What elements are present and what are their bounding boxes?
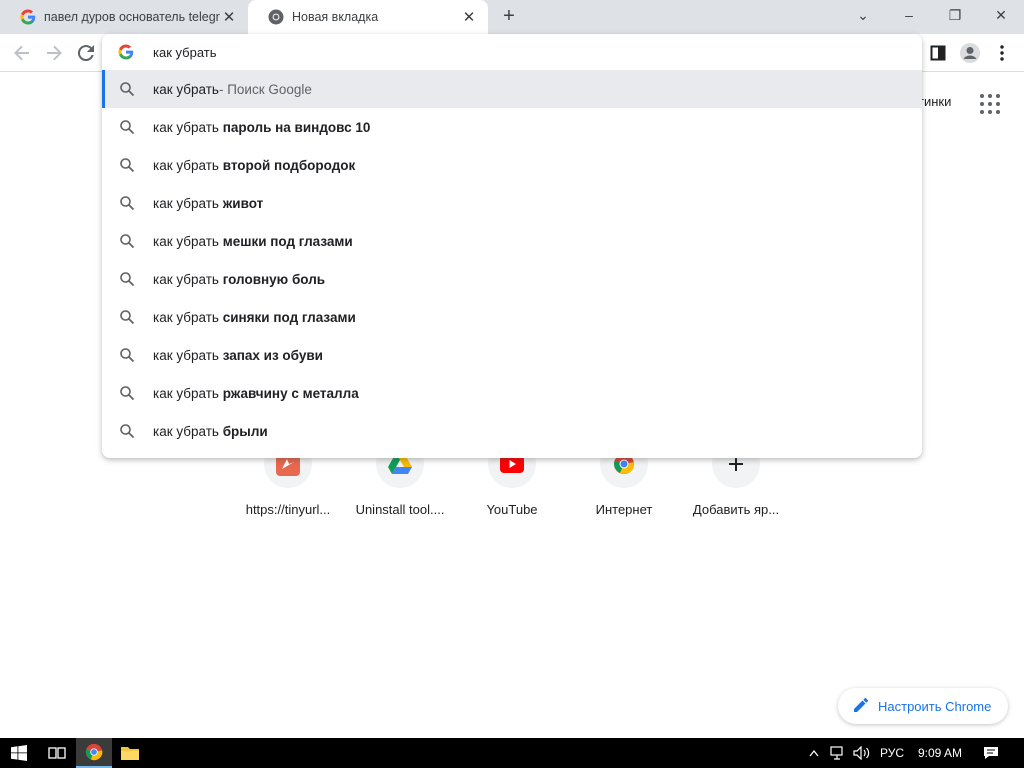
back-icon[interactable] <box>10 41 34 65</box>
suggestion-prefix: как убрать <box>153 233 223 249</box>
search-tabs-icon[interactable]: ⌄ <box>840 0 886 30</box>
suggestion-item[interactable]: как убрать пароль на виндовс 10 <box>102 108 922 146</box>
reload-icon[interactable] <box>74 41 98 65</box>
tab-title: павел дуров основатель telegra <box>44 10 220 24</box>
tab-close-icon[interactable]: ✕ <box>460 8 478 26</box>
notifications-icon[interactable] <box>980 738 1002 768</box>
suggestion-prefix: как убрать <box>153 157 223 173</box>
suggestion-item[interactable]: как убрать живот <box>102 184 922 222</box>
omnibox-text: как убрать <box>153 44 217 60</box>
suggestion-item[interactable]: как убрать второй подбородок <box>102 146 922 184</box>
search-icon <box>120 386 135 401</box>
suggestion-completion: брыли <box>222 423 268 439</box>
suggestion-completion: второй подбородок <box>222 157 356 173</box>
suggestion-completion: запах из обуви <box>222 347 323 363</box>
task-view-icon[interactable] <box>38 738 76 768</box>
tab-google-search[interactable]: павел дуров основатель telegra ✕ <box>0 0 248 34</box>
google-g-icon <box>20 9 36 25</box>
shortcut-label: YouTube <box>486 502 538 517</box>
suggestion-completion: синяки под глазами <box>222 309 356 325</box>
images-link[interactable]: тинки <box>918 94 951 109</box>
shortcut-label: Интернет <box>595 502 653 517</box>
suggestion-suffix: - Поиск Google <box>218 81 312 97</box>
file-explorer-icon[interactable] <box>112 738 148 768</box>
search-icon <box>120 272 135 287</box>
suggestion-item[interactable]: как убрать мешки под глазами <box>102 222 922 260</box>
minimize-button[interactable]: – <box>886 0 932 30</box>
volume-icon[interactable] <box>852 738 872 768</box>
suggestion-prefix: как убрать <box>153 271 223 287</box>
clock[interactable]: 9:09 AM <box>918 738 962 768</box>
suggestion-prefix: как убрать <box>153 423 223 439</box>
search-icon <box>120 348 135 363</box>
suggestion-item[interactable]: как убрать запах из обуви <box>102 336 922 374</box>
tray-expand-icon[interactable] <box>806 738 822 768</box>
shortcut-label: Добавить яр... <box>692 502 780 517</box>
suggestion-prefix: как убрать <box>153 347 223 363</box>
search-icon <box>120 310 135 325</box>
search-icon <box>120 196 135 211</box>
suggestion-list: как убрать - Поиск Google как убрать пар… <box>102 70 922 450</box>
google-g-icon <box>118 44 134 60</box>
tab-close-icon[interactable]: ✕ <box>220 8 238 26</box>
google-apps-icon[interactable] <box>980 94 1000 114</box>
network-icon[interactable] <box>828 738 848 768</box>
side-panel-icon[interactable] <box>926 41 950 65</box>
forward-icon[interactable] <box>42 41 66 65</box>
search-icon <box>120 82 135 97</box>
windows-start-icon[interactable] <box>0 738 38 768</box>
tab-new-tab[interactable]: Новая вкладка ✕ <box>248 0 488 34</box>
customize-chrome-button[interactable]: Настроить Chrome <box>838 688 1008 724</box>
suggestion-completion: ржавчину с металла <box>222 385 359 401</box>
search-icon <box>120 120 135 135</box>
windows-taskbar: РУС 9:09 AM <box>0 738 1024 768</box>
suggestion-completion: головную боль <box>222 271 326 287</box>
suggestion-prefix: как убрать <box>153 119 223 135</box>
search-icon <box>120 424 135 439</box>
suggestion-completion: пароль на виндовс 10 <box>222 119 371 135</box>
taskbar-chrome-icon[interactable] <box>76 738 112 768</box>
suggestion-prefix: как убрать <box>153 81 219 97</box>
chrome-icon <box>268 9 284 25</box>
omnibox[interactable]: как убрать <box>102 34 922 70</box>
restore-button[interactable]: ❐ <box>932 0 978 30</box>
suggestion-item[interactable]: как убрать головную боль <box>102 260 922 298</box>
suggestion-prefix: как убрать <box>153 385 223 401</box>
tab-title: Новая вкладка <box>292 10 379 24</box>
suggestion-item[interactable]: как убрать ржавчину с металла <box>102 374 922 412</box>
suggestion-item[interactable]: как убрать - Поиск Google <box>102 70 922 108</box>
suggestion-item[interactable]: как убрать синяки под глазами <box>102 298 922 336</box>
search-icon <box>120 158 135 173</box>
shortcut-label: https://tinyurl... <box>245 502 331 517</box>
menu-kebab-icon[interactable] <box>990 41 1014 65</box>
suggestion-completion: живот <box>222 195 264 211</box>
new-tab-button[interactable]: + <box>498 6 520 28</box>
suggestion-completion: мешки под глазами <box>222 233 353 249</box>
suggestion-item[interactable]: как убрать брыли <box>102 412 922 450</box>
window-close-button[interactable]: ✕ <box>978 0 1024 30</box>
language-indicator[interactable]: РУС <box>880 738 904 768</box>
search-icon <box>120 234 135 249</box>
pencil-icon <box>854 697 869 715</box>
suggestion-prefix: как убрать <box>153 195 223 211</box>
customize-label: Настроить Chrome <box>878 698 992 714</box>
profile-avatar-icon[interactable] <box>958 41 982 65</box>
suggestion-prefix: как убрать <box>153 309 223 325</box>
tab-strip: павел дуров основатель telegra ✕ Новая в… <box>0 0 1024 34</box>
shortcut-label: Uninstall tool.... <box>355 502 445 517</box>
omnibox-dropdown: как убрать как убрать - Поиск Google как… <box>102 34 922 458</box>
